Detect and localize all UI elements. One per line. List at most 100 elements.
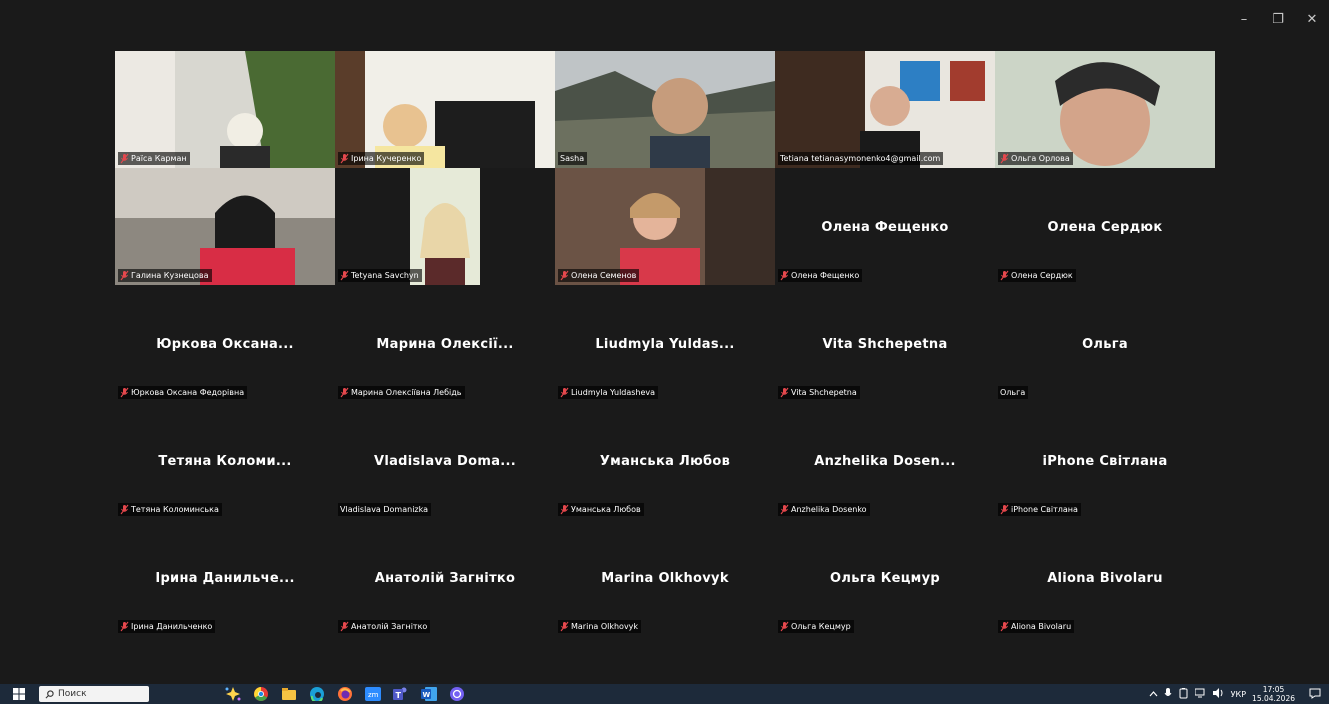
participant-video (995, 51, 1215, 168)
participant-tile[interactable]: Tetyana Savchyn (335, 168, 555, 285)
participant-display-name: Юркова Оксана... (156, 337, 294, 352)
network-icon[interactable] (1194, 688, 1207, 700)
participant-display-name: Vita Shchepetna (822, 337, 948, 352)
zoom-icon[interactable]: zm (364, 685, 382, 703)
participant-video (555, 51, 775, 168)
participant-video (555, 168, 775, 285)
participant-name-text: Ольга Орлова (1011, 154, 1070, 163)
participant-tile[interactable]: Ольга Кецмур Ольга Кецмур (775, 519, 995, 636)
word-icon[interactable]: W (420, 685, 438, 703)
participant-tile[interactable]: Ірина Данильче... Ірина Данильченко (115, 519, 335, 636)
microphone-icon[interactable] (1164, 687, 1172, 701)
clock[interactable]: 17:05 15.04.2026 (1252, 685, 1295, 703)
taskbar-search-box[interactable]: Поиск (39, 686, 149, 702)
windows-start-icon[interactable] (10, 685, 28, 703)
microphone-muted-icon (340, 153, 349, 164)
chrome-icon[interactable] (252, 685, 270, 703)
participant-tile[interactable]: Юркова Оксана... Юркова Оксана Федорівна (115, 285, 335, 402)
chevron-up-icon[interactable] (1149, 690, 1158, 699)
microphone-muted-icon (120, 387, 129, 398)
participant-name-text: Marina Olkhovyk (571, 622, 639, 631)
gallery-view-grid: Раїса Карман Ірина Кучеренко Sasha Tetiana … (115, 51, 1215, 636)
participant-name-label: Тетяна Коломинська (118, 503, 222, 516)
participant-name-text: Ольга (1000, 388, 1026, 397)
participant-tile[interactable]: Sasha (555, 51, 775, 168)
zoom-meeting-window: – ❐ ✕ Раїса Карман Ірина Кучеренко Sasha Te… (0, 0, 1329, 684)
microphone-muted-icon (560, 270, 569, 281)
participant-video (115, 168, 335, 285)
participant-name-text: Анатолій Загнітко (351, 622, 428, 631)
file-explorer-icon[interactable] (280, 685, 298, 703)
participant-name-label: Ольга Кецмур (778, 620, 854, 633)
participant-name-label: Sasha (558, 152, 588, 165)
participant-tile[interactable]: Vita Shchepetna Vita Shchepetna (775, 285, 995, 402)
participant-name-text: Олена Сердюк (1011, 271, 1073, 280)
participant-display-name: Ольга (1082, 337, 1128, 352)
microphone-muted-icon (340, 387, 349, 398)
participant-display-name: Aliona Bivolaru (1047, 571, 1163, 586)
copilot-icon[interactable] (224, 685, 242, 703)
notifications-icon[interactable] (1309, 688, 1321, 701)
participant-display-name: Anzhelika Dosen... (814, 454, 956, 469)
microphone-muted-icon (560, 387, 569, 398)
participant-name-label: Tetyana Savchyn (338, 269, 422, 282)
participant-tile[interactable]: Раїса Карман (115, 51, 335, 168)
teams-icon[interactable]: T (392, 685, 410, 703)
participant-tile[interactable]: Vladislava Doma... Vladislava Domanizka (335, 402, 555, 519)
battery-icon[interactable] (1178, 687, 1189, 701)
participant-name-label: Олена Сердюк (998, 269, 1076, 282)
participant-tile[interactable]: Галина Кузнецова (115, 168, 335, 285)
participant-tile[interactable]: Олена Сердюк Олена Сердюк (995, 168, 1215, 285)
participant-name-label: Анатолій Загнітко (338, 620, 431, 633)
minimize-button[interactable]: – (1227, 0, 1261, 38)
edge-icon[interactable] (308, 685, 326, 703)
participant-name-label: Раїса Карман (118, 152, 190, 165)
participant-tile[interactable]: iPhone Світлана iPhone Світлана (995, 402, 1215, 519)
restore-button[interactable]: ❐ (1261, 0, 1295, 38)
participant-tile[interactable]: Anzhelika Dosen... Anzhelika Dosenko (775, 402, 995, 519)
microphone-muted-icon (1000, 153, 1009, 164)
language-indicator[interactable]: УКР (1231, 690, 1246, 699)
participant-tile[interactable]: Марина Олексії... Марина Олексіївна Лебід… (335, 285, 555, 402)
participant-tile[interactable]: Олена Фещенко Олена Фещенко (775, 168, 995, 285)
participant-tile[interactable]: Олена Семенов (555, 168, 775, 285)
participant-display-name: Ірина Данильче... (155, 571, 295, 586)
participant-name-text: Олена Фещенко (791, 271, 860, 280)
close-button[interactable]: ✕ (1295, 0, 1329, 38)
participant-tile[interactable]: Анатолій Загнітко Анатолій Загнітко (335, 519, 555, 636)
participant-display-name: Анатолій Загнітко (374, 571, 516, 586)
participant-name-label: Олена Семенов (558, 269, 640, 282)
participant-tile[interactable]: Marina Olkhovyk Marina Olkhovyk (555, 519, 775, 636)
participant-tile[interactable]: Ірина Кучеренко (335, 51, 555, 168)
microphone-muted-icon (1000, 504, 1009, 515)
participant-tile[interactable]: Уманська Любов Уманська Любов (555, 402, 775, 519)
participant-name-text: Раїса Карман (131, 154, 187, 163)
participant-tile[interactable]: Тетяна Коломи... Тетяна Коломинська (115, 402, 335, 519)
participant-name-text: Vita Shchepetna (791, 388, 857, 397)
participant-tile[interactable]: Ольга Орлова (995, 51, 1215, 168)
participant-name-label: Уманська Любов (558, 503, 644, 516)
microphone-muted-icon (1000, 270, 1009, 281)
participant-video (115, 51, 335, 168)
microphone-muted-icon (560, 621, 569, 632)
participant-name-label: Юркова Оксана Федорівна (118, 386, 248, 399)
participant-name-label: Галина Кузнецова (118, 269, 212, 282)
participant-tile[interactable]: Liudmyla Yuldas... Liudmyla Yuldasheva (555, 285, 775, 402)
participant-name-text: Sasha (560, 154, 585, 163)
system-tray: УКР 17:05 15.04.2026 (1149, 684, 1329, 704)
firefox-icon[interactable] (336, 685, 354, 703)
participant-display-name: Марина Олексії... (376, 337, 514, 352)
participant-tile[interactable]: Tetiana tetianasymonenko4@gmail.com (775, 51, 995, 168)
participant-name-label: Ольга (998, 386, 1029, 399)
participant-display-name: Олена Сердюк (1047, 220, 1163, 235)
microphone-muted-icon (780, 621, 789, 632)
participant-name-text: Юркова Оксана Федорівна (131, 388, 245, 397)
participant-name-label: Марина Олексіївна Лебідь (338, 386, 465, 399)
volume-icon[interactable] (1212, 688, 1225, 700)
participant-tile[interactable]: Aliona Bivolaru Aliona Bivolaru (995, 519, 1215, 636)
participant-name-label: Олена Фещенко (778, 269, 863, 282)
svg-text:T: T (396, 691, 402, 700)
viber-icon[interactable] (448, 685, 466, 703)
search-icon (45, 689, 54, 698)
participant-tile[interactable]: Ольга Ольга (995, 285, 1215, 402)
